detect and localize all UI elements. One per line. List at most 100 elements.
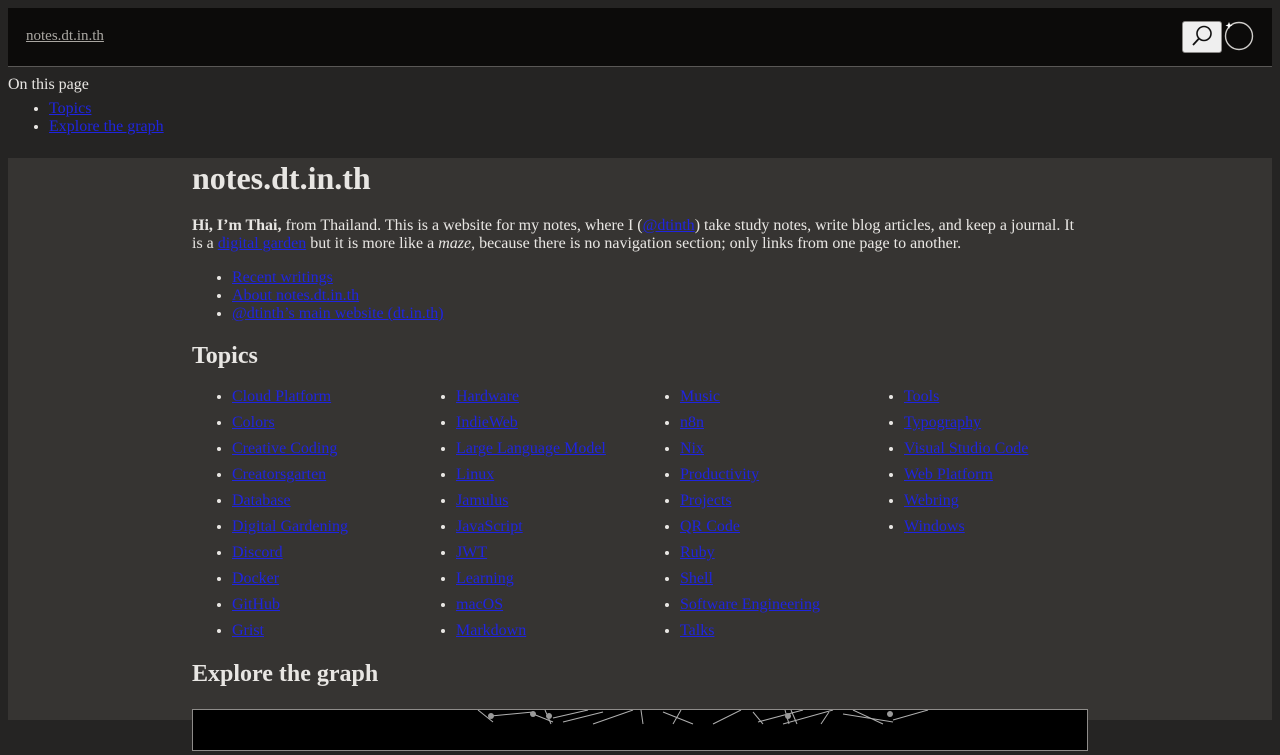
list-item: JavaScript [456, 518, 640, 536]
topic-link[interactable]: Docker [232, 570, 279, 587]
graph-canvas[interactable] [192, 709, 1088, 751]
topic-link[interactable]: JWT [456, 544, 487, 561]
topic-link[interactable]: Web Platform [904, 466, 993, 483]
list-item: Creative Coding [232, 440, 416, 458]
intro-text: , because there is no navigation section… [471, 235, 962, 252]
list-item: Windows [904, 518, 1088, 536]
topic-link[interactable]: IndieWeb [456, 414, 518, 431]
topic-link[interactable]: Digital Gardening [232, 518, 348, 535]
topic-link[interactable]: Linux [456, 466, 494, 483]
topic-link[interactable]: n8n [680, 414, 704, 431]
list-item: Recent writings [232, 269, 444, 287]
topic-link[interactable]: Markdown [456, 622, 526, 639]
list-item: Discord [232, 544, 416, 562]
topic-link[interactable]: Productivity [680, 466, 759, 483]
topic-link[interactable]: Tools [904, 388, 939, 405]
list-item: Markdown [456, 622, 640, 640]
toc-list: Topics Explore the graph [8, 100, 164, 136]
search-button[interactable] [1182, 21, 1222, 53]
graph-heading: Explore the graph [192, 661, 379, 687]
list-item: Large Language Model [456, 440, 640, 458]
list-item: Productivity [680, 466, 864, 484]
topic-link[interactable]: Typography [904, 414, 981, 431]
list-item: JWT [456, 544, 640, 562]
quick-links: Recent writings About notes.dt.in.th @dt… [192, 269, 444, 323]
list-item: Software Engineering [680, 596, 864, 614]
list-item: Music [680, 388, 864, 406]
theme-toggle-icon [1223, 21, 1255, 56]
list-item: Jamulus [456, 492, 640, 510]
topics-grid: Cloud Platform Colors Creative Coding Cr… [192, 388, 1088, 648]
list-item: QR Code [680, 518, 864, 536]
toc-link-explore-graph[interactable]: Explore the graph [49, 118, 164, 135]
list-item: Webring [904, 492, 1088, 510]
list-item: Talks [680, 622, 864, 640]
topic-link[interactable]: Shell [680, 570, 713, 587]
graph-network-image [477, 709, 929, 725]
topic-link[interactable]: GitHub [232, 596, 280, 613]
topic-link[interactable]: Software Engineering [680, 596, 820, 613]
list-item: GitHub [232, 596, 416, 614]
list-item: About notes.dt.in.th [232, 287, 444, 305]
list-item: Docker [232, 570, 416, 588]
topic-link[interactable]: Ruby [680, 544, 715, 561]
site-home-link[interactable]: notes.dt.in.th [26, 28, 104, 45]
intro-greeting: Hi, I’m Thai, [192, 217, 282, 234]
topic-link[interactable]: Webring [904, 492, 959, 509]
list-item: Tools [904, 388, 1088, 406]
topic-link[interactable]: macOS [456, 596, 503, 613]
topic-link[interactable]: Discord [232, 544, 283, 561]
list-item: Nix [680, 440, 864, 458]
list-item: Projects [680, 492, 864, 510]
topic-link[interactable]: Learning [456, 570, 514, 587]
topic-column: Cloud Platform Colors Creative Coding Cr… [192, 388, 416, 648]
list-item: Hardware [456, 388, 640, 406]
topic-link[interactable]: JavaScript [456, 518, 523, 535]
page: notes.dt.in.th On this page Topics Explo… [8, 8, 1272, 751]
topic-link[interactable]: Grist [232, 622, 264, 639]
list-item: Shell [680, 570, 864, 588]
list-item: macOS [456, 596, 640, 614]
topic-link[interactable]: Creative Coding [232, 440, 337, 457]
list-item: Grist [232, 622, 416, 640]
topic-link[interactable]: QR Code [680, 518, 740, 535]
recent-writings-link[interactable]: Recent writings [232, 269, 333, 286]
toc-item: Topics [49, 100, 164, 118]
page-title: notes.dt.in.th [192, 160, 371, 196]
theme-toggle-button[interactable] [1223, 20, 1255, 52]
about-link[interactable]: About notes.dt.in.th [232, 287, 359, 304]
topic-link[interactable]: Projects [680, 492, 732, 509]
topics-heading: Topics [192, 343, 258, 369]
topic-link[interactable]: Music [680, 388, 720, 405]
top-bar: notes.dt.in.th [8, 8, 1272, 67]
topic-link[interactable]: Windows [904, 518, 965, 535]
topic-link[interactable]: Large Language Model [456, 440, 606, 457]
toc-link-topics[interactable]: Topics [49, 100, 91, 117]
list-item: Learning [456, 570, 640, 588]
list-item: Linux [456, 466, 640, 484]
handle-link[interactable]: @dtinth [643, 217, 695, 234]
topic-column: Tools Typography Visual Studio Code Web … [864, 388, 1088, 648]
list-item: Database [232, 492, 416, 510]
topic-link[interactable]: Visual Studio Code [904, 440, 1028, 457]
list-item: Cloud Platform [232, 388, 416, 406]
list-item: Creatorsgarten [232, 466, 416, 484]
topic-link[interactable]: Hardware [456, 388, 519, 405]
intro-text: but it is more like a [306, 235, 439, 252]
topic-link[interactable]: Creatorsgarten [232, 466, 326, 483]
table-of-contents: On this page Topics Explore the graph [8, 66, 1272, 158]
list-item: Digital Gardening [232, 518, 416, 536]
topic-link[interactable]: Nix [680, 440, 704, 457]
topic-link[interactable]: Talks [680, 622, 714, 639]
topic-link[interactable]: Database [232, 492, 291, 509]
main-website-link[interactable]: @dtinth’s main website (dt.in.th) [232, 305, 444, 322]
list-item: Visual Studio Code [904, 440, 1088, 458]
list-item: @dtinth’s main website (dt.in.th) [232, 305, 444, 323]
digital-garden-link[interactable]: digital garden [218, 235, 306, 252]
intro-maze: maze [438, 235, 472, 252]
topic-link[interactable]: Colors [232, 414, 275, 431]
topic-link[interactable]: Jamulus [456, 492, 508, 509]
list-item: Typography [904, 414, 1088, 432]
topic-link[interactable]: Cloud Platform [232, 388, 331, 405]
intro-text: from Thailand. This is a website for my … [281, 217, 643, 234]
